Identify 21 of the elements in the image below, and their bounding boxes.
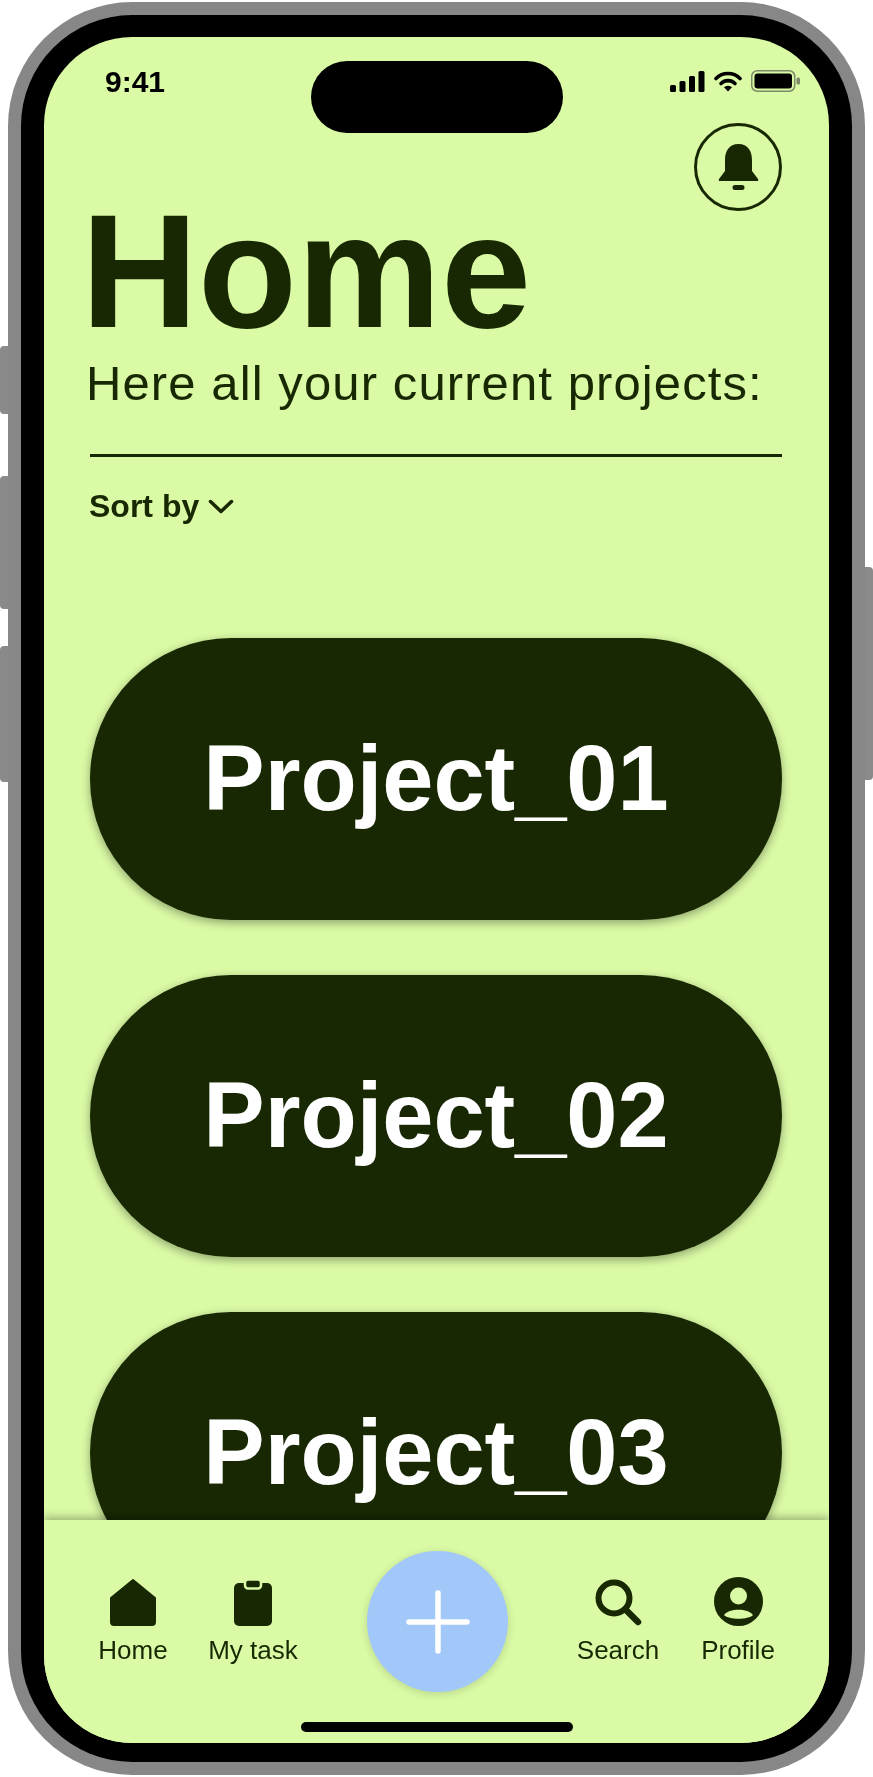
search-icon bbox=[594, 1577, 642, 1626]
sort-button[interactable]: Sort by bbox=[89, 487, 235, 526]
clipboard-icon bbox=[233, 1577, 273, 1626]
tab-button[interactable]: My task bbox=[193, 1577, 313, 1666]
battery-icon bbox=[751, 70, 800, 92]
house-icon bbox=[108, 1577, 158, 1626]
project-button[interactable]: Project_01 bbox=[90, 637, 782, 920]
clock-time: 9:41 bbox=[105, 67, 166, 97]
wifi-icon bbox=[714, 70, 742, 92]
project-button[interactable]: Project_03 bbox=[90, 1311, 782, 1520]
notification-button[interactable] bbox=[694, 123, 782, 211]
profile-icon bbox=[713, 1577, 763, 1627]
tab-button[interactable]: Home bbox=[73, 1577, 193, 1666]
project-button[interactable]: Project_02 bbox=[90, 974, 782, 1257]
page-title: Home bbox=[81, 206, 532, 336]
tab-button[interactable]: Search bbox=[558, 1577, 678, 1666]
page-subtitle: Here all your current projects: bbox=[86, 354, 763, 412]
plus-icon bbox=[405, 1589, 470, 1654]
signal-icon bbox=[670, 70, 705, 92]
chevron-down-icon bbox=[208, 499, 235, 515]
tab-button[interactable]: Profile bbox=[678, 1577, 798, 1666]
